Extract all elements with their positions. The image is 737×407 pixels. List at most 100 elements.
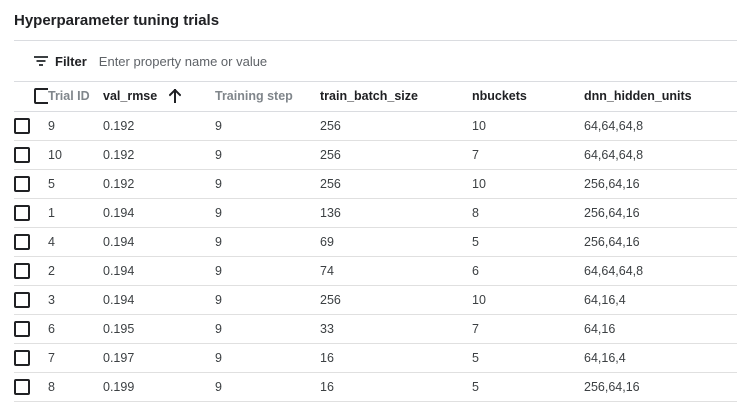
row-checkbox[interactable] (14, 117, 30, 134)
filter-list-icon[interactable] (34, 55, 48, 67)
cell-trial-id: 1 (48, 198, 103, 228)
row-checkbox[interactable] (14, 378, 30, 395)
cell-val-rmse: 0.195 (103, 314, 215, 344)
column-header-trial-id[interactable]: Trial ID (48, 82, 103, 112)
cell-trial-id: 10 (48, 140, 103, 170)
cell-training-step: 9 (215, 140, 320, 170)
cell-val-rmse: 0.194 (103, 285, 215, 315)
cell-train-batch-size: 69 (320, 227, 472, 257)
cell-nbuckets: 8 (472, 198, 584, 228)
cell-select (14, 256, 48, 286)
cell-trial-id: 7 (48, 343, 103, 373)
cell-nbuckets: 5 (472, 227, 584, 257)
cell-trial-id: 9 (48, 111, 103, 141)
cell-nbuckets: 5 (472, 372, 584, 402)
cell-val-rmse: 0.194 (103, 227, 215, 257)
cell-training-step: 9 (215, 111, 320, 141)
row-checkbox[interactable] (14, 146, 30, 163)
column-header-val-rmse-label: val_rmse (103, 89, 158, 104)
cell-nbuckets: 10 (472, 111, 584, 141)
cell-train-batch-size: 74 (320, 256, 472, 286)
cell-select (14, 111, 48, 141)
cell-nbuckets: 7 (472, 140, 584, 170)
cell-select (14, 285, 48, 315)
cell-trial-id: 4 (48, 227, 103, 257)
cell-select (14, 169, 48, 199)
cell-select (14, 372, 48, 402)
cell-nbuckets: 10 (472, 169, 584, 199)
table-row[interactable]: 6 0.195 9 33 7 64,16 (14, 314, 737, 344)
table-row[interactable]: 2 0.194 9 74 6 64,64,64,8 (14, 256, 737, 286)
column-header-val-rmse[interactable]: val_rmse (103, 82, 215, 112)
table-body: 9 0.192 9 256 10 64,64,64,8 10 0.192 9 256 7 64,64,… (14, 111, 737, 402)
cell-val-rmse: 0.194 (103, 198, 215, 228)
row-checkbox[interactable] (14, 320, 30, 337)
cell-dnn-hidden-units: 64,16 (584, 314, 737, 344)
header-cell-select (14, 82, 48, 112)
column-header-nbuckets[interactable]: nbuckets (472, 82, 584, 112)
cell-dnn-hidden-units: 64,64,64,8 (584, 256, 737, 286)
cell-trial-id: 2 (48, 256, 103, 286)
column-header-train-batch-size[interactable]: train_batch_size (320, 82, 472, 112)
cell-trial-id: 3 (48, 285, 103, 315)
table-row[interactable]: 10 0.192 9 256 7 64,64,64,8 (14, 140, 737, 170)
table-row[interactable]: 8 0.199 9 16 5 256,64,16 (14, 372, 737, 402)
row-checkbox[interactable] (14, 349, 30, 366)
page-title: Hyperparameter tuning trials (14, 12, 220, 29)
row-checkbox[interactable] (14, 204, 30, 221)
cell-nbuckets: 5 (472, 343, 584, 373)
cell-dnn-hidden-units: 64,16,4 (584, 285, 737, 315)
cell-dnn-hidden-units: 64,64,64,8 (584, 140, 737, 170)
cell-nbuckets: 10 (472, 285, 584, 315)
cell-trial-id: 6 (48, 314, 103, 344)
filter-input[interactable] (98, 53, 399, 69)
select-all-checkbox[interactable] (34, 88, 48, 105)
column-header-training-step[interactable]: Training step (215, 82, 320, 112)
trials-table: Trial ID val_rmse Training step train_ba… (14, 82, 737, 402)
cell-training-step: 9 (215, 372, 320, 402)
filter-label[interactable]: Filter (55, 54, 87, 69)
table-header-row: Trial ID val_rmse Training step train_ba… (14, 82, 737, 112)
cell-dnn-hidden-units: 256,64,16 (584, 227, 737, 257)
cell-train-batch-size: 256 (320, 111, 472, 141)
cell-training-step: 9 (215, 198, 320, 228)
cell-nbuckets: 6 (472, 256, 584, 286)
cell-trial-id: 5 (48, 169, 103, 199)
cell-training-step: 9 (215, 256, 320, 286)
cell-train-batch-size: 16 (320, 343, 472, 373)
table-row[interactable]: 7 0.197 9 16 5 64,16,4 (14, 343, 737, 373)
filter-bar: Filter (14, 41, 737, 82)
arrow-upward-icon[interactable] (168, 88, 181, 103)
cell-nbuckets: 7 (472, 314, 584, 344)
cell-dnn-hidden-units: 64,64,64,8 (584, 111, 737, 141)
cell-train-batch-size: 256 (320, 169, 472, 199)
table-row[interactable]: 9 0.192 9 256 10 64,64,64,8 (14, 111, 737, 141)
cell-val-rmse: 0.194 (103, 256, 215, 286)
row-checkbox[interactable] (14, 291, 30, 308)
cell-dnn-hidden-units: 64,16,4 (584, 343, 737, 373)
row-checkbox[interactable] (14, 233, 30, 250)
cell-val-rmse: 0.192 (103, 140, 215, 170)
cell-select (14, 314, 48, 344)
table-row[interactable]: 1 0.194 9 136 8 256,64,16 (14, 198, 737, 228)
cell-val-rmse: 0.192 (103, 169, 215, 199)
cell-select (14, 227, 48, 257)
column-header-dnn-hidden-units[interactable]: dnn_hidden_units (584, 82, 737, 112)
table-row[interactable]: 3 0.194 9 256 10 64,16,4 (14, 285, 737, 315)
cell-training-step: 9 (215, 227, 320, 257)
table-row[interactable]: 4 0.194 9 69 5 256,64,16 (14, 227, 737, 257)
row-checkbox[interactable] (14, 262, 30, 279)
cell-train-batch-size: 16 (320, 372, 472, 402)
cell-select (14, 198, 48, 228)
table-row[interactable]: 5 0.192 9 256 10 256,64,16 (14, 169, 737, 199)
cell-train-batch-size: 256 (320, 140, 472, 170)
cell-dnn-hidden-units: 256,64,16 (584, 372, 737, 402)
cell-select (14, 140, 48, 170)
cell-val-rmse: 0.197 (103, 343, 215, 373)
row-checkbox[interactable] (14, 175, 30, 192)
cell-trial-id: 8 (48, 372, 103, 402)
cell-training-step: 9 (215, 314, 320, 344)
cell-train-batch-size: 136 (320, 198, 472, 228)
cell-val-rmse: 0.199 (103, 372, 215, 402)
cell-training-step: 9 (215, 285, 320, 315)
